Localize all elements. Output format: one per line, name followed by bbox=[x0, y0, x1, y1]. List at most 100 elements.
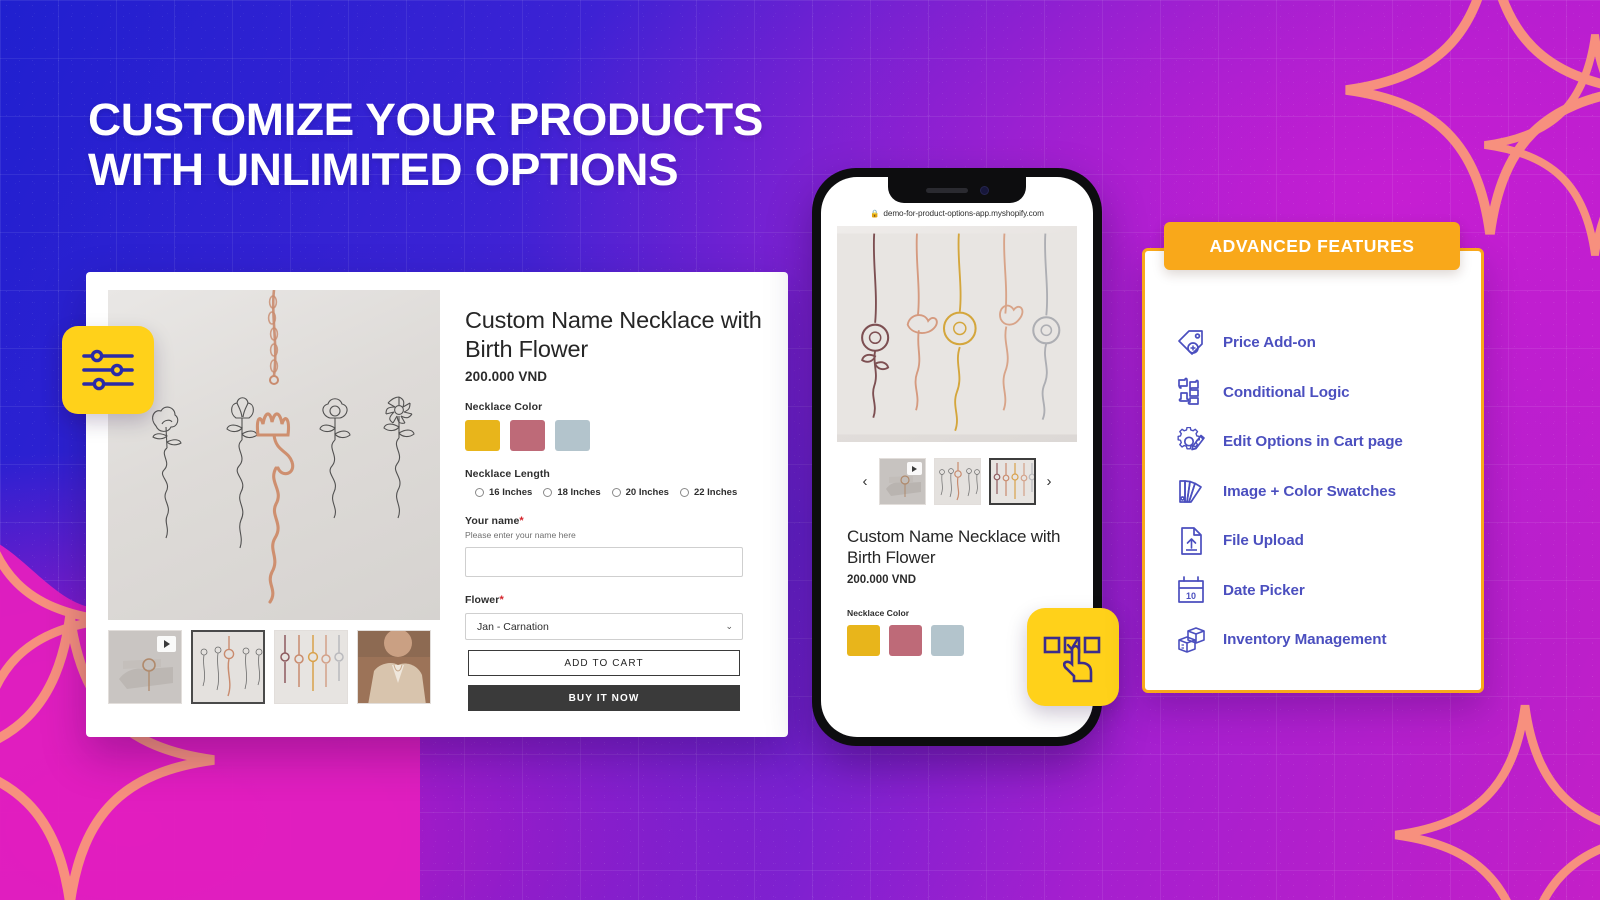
length-radio-18[interactable]: 18 Inches bbox=[543, 487, 601, 499]
browser-url-bar[interactable]: 🔒 demo-for-product-options-app.myshopify… bbox=[821, 209, 1093, 218]
phone-thumbnail-video-hand[interactable] bbox=[878, 458, 926, 505]
color-swatch-rose[interactable] bbox=[510, 420, 545, 452]
length-radio-22[interactable]: 22 Inches bbox=[679, 487, 738, 499]
feature-item-edit-options-cart[interactable]: Edit Options in Cart page bbox=[1176, 417, 1470, 467]
length-radio-label: 16 Inches bbox=[489, 487, 533, 499]
options-sliders-badge bbox=[62, 326, 154, 414]
name-option-label: Your name* bbox=[465, 515, 768, 527]
calendar-10-icon: 10 bbox=[1178, 576, 1204, 604]
color-swatch-group bbox=[465, 420, 768, 452]
play-icon bbox=[906, 462, 922, 475]
feature-item-inventory-management[interactable]: Inventory Management bbox=[1176, 615, 1470, 665]
color-swatch-yellow[interactable] bbox=[465, 420, 500, 452]
name-label-text: Your name bbox=[465, 515, 520, 528]
feature-item-conditional-logic[interactable]: Conditional Logic bbox=[1176, 368, 1470, 418]
required-asterisk: * bbox=[499, 594, 504, 607]
phone-product-price: 200.000 VND bbox=[847, 574, 917, 587]
hanging-necklaces-photo bbox=[837, 233, 1077, 435]
flower-selected-value: Jan - Carnation bbox=[477, 620, 549, 633]
chevron-left-icon[interactable]: ‹ bbox=[860, 473, 871, 490]
file-upload-icon bbox=[1181, 526, 1202, 555]
thumbnail-five-sketches[interactable] bbox=[191, 630, 265, 704]
length-radio-16[interactable]: 16 Inches bbox=[475, 487, 532, 498]
length-radio-label: 22 Inches bbox=[693, 487, 738, 499]
product-hero-image[interactable] bbox=[108, 290, 440, 620]
length-radio-label: 18 Inches bbox=[557, 487, 601, 499]
lock-icon: 🔒 bbox=[870, 209, 880, 218]
necklaces-row-photo bbox=[990, 460, 1034, 503]
feature-label: Price Add-on bbox=[1223, 334, 1316, 352]
feature-label: File Upload bbox=[1223, 532, 1304, 550]
headline-line-2: WITH UNLIMITED OPTIONS bbox=[88, 144, 679, 196]
necklace-sketch-illustration bbox=[152, 290, 415, 604]
necklaces-row-photo bbox=[275, 631, 347, 703]
add-to-cart-button[interactable]: ADD TO CART bbox=[468, 650, 740, 677]
radio-circle-icon bbox=[543, 488, 553, 498]
phone-color-swatch-yellow[interactable] bbox=[847, 625, 880, 657]
flower-label-text: Flower bbox=[465, 594, 500, 607]
sketches-photo bbox=[934, 459, 980, 504]
chevron-right-icon[interactable]: › bbox=[1044, 473, 1055, 490]
sparkle-star-bottom-right bbox=[1394, 704, 1600, 900]
length-radio-group: 16 Inches 18 Inches 20 Inches 22 Inches bbox=[465, 487, 768, 498]
feature-item-price-add-on[interactable]: Price Add-on bbox=[1176, 318, 1470, 368]
feature-item-date-picker[interactable]: 10 Date Picker bbox=[1176, 566, 1470, 616]
feature-item-image-color-swatches[interactable]: Image + Color Swatches bbox=[1176, 467, 1470, 517]
model-photo bbox=[358, 631, 430, 703]
chevron-down-icon: ⌄ bbox=[725, 621, 733, 632]
color-option-label: Necklace Color bbox=[465, 401, 543, 414]
color-fan-swatch-icon bbox=[1179, 480, 1202, 504]
click-options-badge bbox=[1027, 608, 1119, 706]
front-camera-icon bbox=[979, 185, 989, 195]
product-price: 200.000 VND bbox=[465, 369, 548, 385]
desktop-product-card: Custom Name Necklace with Birth Flower 2… bbox=[86, 272, 788, 737]
name-input[interactable] bbox=[465, 547, 743, 578]
length-radio-20[interactable]: 20 Inches bbox=[611, 487, 669, 498]
thumbnail-model-wearing[interactable] bbox=[357, 630, 431, 704]
checkbox-hand-click-icon bbox=[1043, 636, 1101, 683]
sliders-icon bbox=[82, 349, 134, 391]
sparkle-star-top-right bbox=[1345, 0, 1600, 235]
required-asterisk: * bbox=[519, 515, 524, 528]
page-title: CUSTOMIZE YOUR PRODUCTS WITH UNLIMITED O… bbox=[88, 94, 763, 196]
product-title: Custom Name Necklace with Birth Flower bbox=[465, 307, 762, 362]
color-swatch-bluegray[interactable] bbox=[555, 420, 590, 452]
phone-color-swatch-bluegray[interactable] bbox=[931, 625, 964, 657]
desktop-gallery bbox=[108, 290, 443, 717]
features-list: Price Add-on Conditional Logic Edit Opti… bbox=[1176, 318, 1470, 665]
length-option-label: Necklace Length bbox=[465, 468, 550, 481]
radio-circle-icon bbox=[611, 488, 621, 498]
thumbnail-strip bbox=[108, 630, 443, 704]
advanced-features-panel: ADVANCED FEATURES Price Add-on Condition… bbox=[1142, 222, 1484, 693]
headline-line-1: CUSTOMIZE YOUR PRODUCTS bbox=[88, 94, 763, 145]
phone-product-hero-image[interactable] bbox=[837, 226, 1077, 442]
thumbnail-video-hand[interactable] bbox=[108, 630, 182, 704]
svg-text:10: 10 bbox=[1186, 591, 1196, 601]
sketches-photo bbox=[193, 632, 263, 702]
phone-notch bbox=[888, 177, 1026, 203]
buy-it-now-button[interactable]: BUY IT NOW bbox=[468, 685, 740, 712]
phone-thumbnail-carousel: ‹ › bbox=[821, 458, 1093, 505]
speaker-grille bbox=[925, 187, 968, 193]
radio-circle-icon bbox=[475, 488, 484, 498]
play-icon bbox=[157, 636, 176, 652]
promo-banner: CUSTOMIZE YOUR PRODUCTS WITH UNLIMITED O… bbox=[0, 0, 1600, 900]
feature-label: Conditional Logic bbox=[1223, 383, 1350, 401]
phone-thumbnail-five-sketches[interactable] bbox=[933, 458, 981, 505]
phone-product-title: Custom Name Necklace with Birth Flower bbox=[847, 527, 1061, 568]
url-text: demo-for-product-options-app.myshopify.c… bbox=[883, 209, 1044, 218]
desktop-product-details: Custom Name Necklace with Birth Flower 2… bbox=[443, 290, 768, 717]
gear-pencil-icon bbox=[1177, 426, 1205, 451]
feature-label: Inventory Management bbox=[1223, 631, 1387, 649]
flower-select[interactable]: Jan - Carnation ⌄ bbox=[465, 613, 743, 641]
feature-label: Date Picker bbox=[1223, 581, 1305, 599]
puzzle-pieces-icon bbox=[1178, 377, 1199, 406]
boxes-inventory-icon bbox=[1178, 626, 1205, 653]
phone-color-swatch-rose[interactable] bbox=[889, 625, 922, 657]
feature-item-file-upload[interactable]: File Upload bbox=[1176, 516, 1470, 566]
phone-thumbnail-necklaces-row[interactable] bbox=[988, 458, 1036, 505]
sparkle-star-right-top bbox=[1484, 34, 1600, 256]
flower-option-label: Flower* bbox=[465, 594, 768, 606]
name-helper-text: Please enter your name here bbox=[465, 530, 576, 541]
thumbnail-necklaces-row[interactable] bbox=[274, 630, 348, 704]
